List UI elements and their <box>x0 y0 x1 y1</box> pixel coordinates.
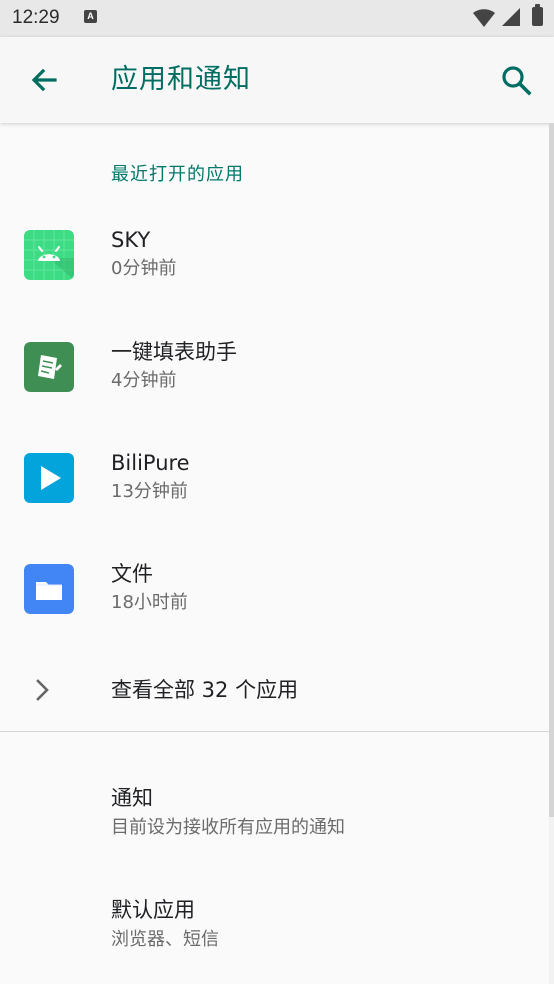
arrow-left-icon[interactable] <box>24 60 64 100</box>
app-last-used-time: 0分钟前 <box>111 258 177 279</box>
battery-icon <box>532 4 543 26</box>
app-bar: 应用和通知 <box>0 37 554 123</box>
section-divider <box>0 731 549 732</box>
recent-app-form-assistant[interactable]: 一键填表助手 4分钟前 <box>0 320 549 430</box>
app-name: 文件 <box>111 562 153 586</box>
status-time: 12:29 <box>12 7 60 28</box>
app-name: 一键填表助手 <box>111 340 237 364</box>
play-icon <box>24 453 74 503</box>
recent-apps-header: 最近打开的应用 <box>111 164 244 185</box>
app-last-used-time: 4分钟前 <box>111 370 177 391</box>
default-apps-setting[interactable]: 默认应用 浏览器、短信 <box>0 882 549 984</box>
search-icon[interactable] <box>496 60 536 100</box>
status-bar: 12:29 A <box>0 0 554 37</box>
default-apps-summary: 浏览器、短信 <box>111 929 219 950</box>
notification-app-icon: A <box>84 10 97 23</box>
recent-app-bilipure[interactable]: BiliPure 13分钟前 <box>0 431 549 541</box>
page-title: 应用和通知 <box>111 64 251 95</box>
view-all-apps-label: 查看全部 32 个应用 <box>111 678 299 702</box>
scrollbar-thumb[interactable] <box>549 123 554 817</box>
chevron-right-icon <box>36 679 49 701</box>
app-last-used-time: 13分钟前 <box>111 481 188 502</box>
signal-icon <box>502 8 520 26</box>
android-icon <box>24 230 74 280</box>
default-apps-title: 默认应用 <box>111 898 195 922</box>
notifications-setting[interactable]: 通知 目前设为接收所有应用的通知 <box>0 770 549 880</box>
wifi-icon <box>473 9 495 27</box>
app-name: SKY <box>111 228 151 252</box>
form-icon <box>24 342 74 392</box>
folder-icon <box>24 564 74 614</box>
android-settings-screen: 12:29 A 应用和通知 最近打开的应用 SKY 0分钟前 一键填表助手 4分… <box>0 0 554 984</box>
app-name: BiliPure <box>111 451 190 475</box>
notifications-title: 通知 <box>111 786 153 810</box>
notifications-summary: 目前设为接收所有应用的通知 <box>111 817 345 838</box>
recent-app-sky[interactable]: SKY 0分钟前 <box>0 208 549 318</box>
app-last-used-time: 18小时前 <box>111 592 188 613</box>
recent-app-files[interactable]: 文件 18小时前 <box>0 542 549 652</box>
view-all-apps-row[interactable]: 查看全部 32 个应用 <box>0 656 549 726</box>
